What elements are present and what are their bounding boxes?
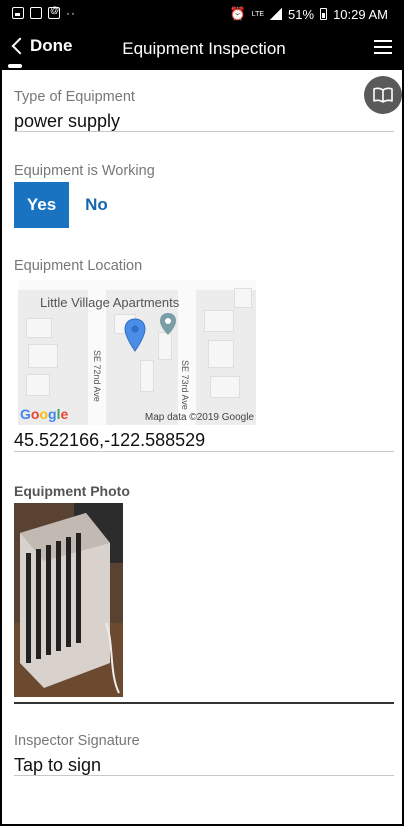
- divider: [14, 131, 394, 132]
- app-header: Done Equipment Inspection: [2, 28, 404, 70]
- map-street-label: SE 73rd Ave: [180, 360, 190, 410]
- google-logo: Google: [20, 406, 69, 422]
- signal-icon: [270, 8, 283, 20]
- map-building: [204, 310, 234, 332]
- equipment-photo[interactable]: [14, 503, 123, 697]
- mail-icon: [48, 5, 60, 19]
- map-road: [18, 280, 256, 290]
- divider: [14, 775, 394, 776]
- open-book-button[interactable]: [364, 76, 402, 114]
- divider: [14, 451, 394, 452]
- photo-image: [14, 503, 123, 697]
- map-building: [158, 332, 172, 360]
- signature-field[interactable]: Tap to sign: [14, 755, 101, 776]
- focus-indicator: [8, 64, 22, 68]
- gallery-icon: [12, 7, 24, 19]
- map-building: [140, 360, 154, 392]
- network-type: LTE: [251, 10, 265, 18]
- equipment-type-label: Type of Equipment: [14, 89, 135, 105]
- place-marker-icon: [160, 313, 176, 335]
- map-street-label: SE 72nd Ave: [92, 350, 102, 402]
- photo-divider: [14, 702, 394, 704]
- map-building: [26, 318, 52, 338]
- more-notifications-icon: ··: [66, 6, 76, 20]
- no-button[interactable]: No: [69, 182, 124, 228]
- equipment-working-label: Equipment is Working: [14, 163, 155, 179]
- hamburger-menu-icon[interactable]: [374, 40, 392, 54]
- inspector-signature-label: Inspector Signature: [14, 733, 140, 749]
- office-icon: [30, 7, 42, 19]
- equipment-type-field[interactable]: power supply: [14, 111, 120, 132]
- map-building: [26, 374, 50, 396]
- map-place-label: Little Village Apartments: [40, 295, 180, 310]
- equipment-working-toggle: Yes No: [14, 182, 124, 228]
- yes-button[interactable]: Yes: [14, 182, 69, 228]
- notification-icons: ··: [12, 5, 76, 20]
- open-book-icon: [373, 87, 393, 103]
- clock: 10:29 AM: [333, 6, 388, 22]
- location-map[interactable]: Little Village Apartments SE 72nd Ave SE…: [18, 280, 256, 425]
- coordinates-field[interactable]: 45.522166,-122.588529: [14, 430, 205, 451]
- map-building: [234, 288, 252, 308]
- map-building: [210, 376, 240, 398]
- map-building: [28, 344, 58, 368]
- page-title: Equipment Inspection: [122, 39, 286, 58]
- system-status: ⏰ LTE 51% 10:29 AM: [230, 6, 388, 22]
- equipment-photo-label: Equipment Photo: [14, 483, 130, 499]
- map-building: [208, 340, 234, 368]
- app-screen: ·· ⏰ LTE 51% 10:29 AM Done Equipment Ins…: [0, 0, 404, 826]
- equipment-location-label: Equipment Location: [14, 258, 143, 274]
- battery-icon: [320, 8, 328, 20]
- map-credit: Map data ©2019 Google: [144, 412, 254, 423]
- map-pin-icon: [124, 318, 146, 352]
- alarm-icon: ⏰: [229, 6, 246, 21]
- status-bar: ·· ⏰ LTE 51% 10:29 AM: [2, 0, 404, 28]
- battery-percent: 51%: [288, 6, 315, 22]
